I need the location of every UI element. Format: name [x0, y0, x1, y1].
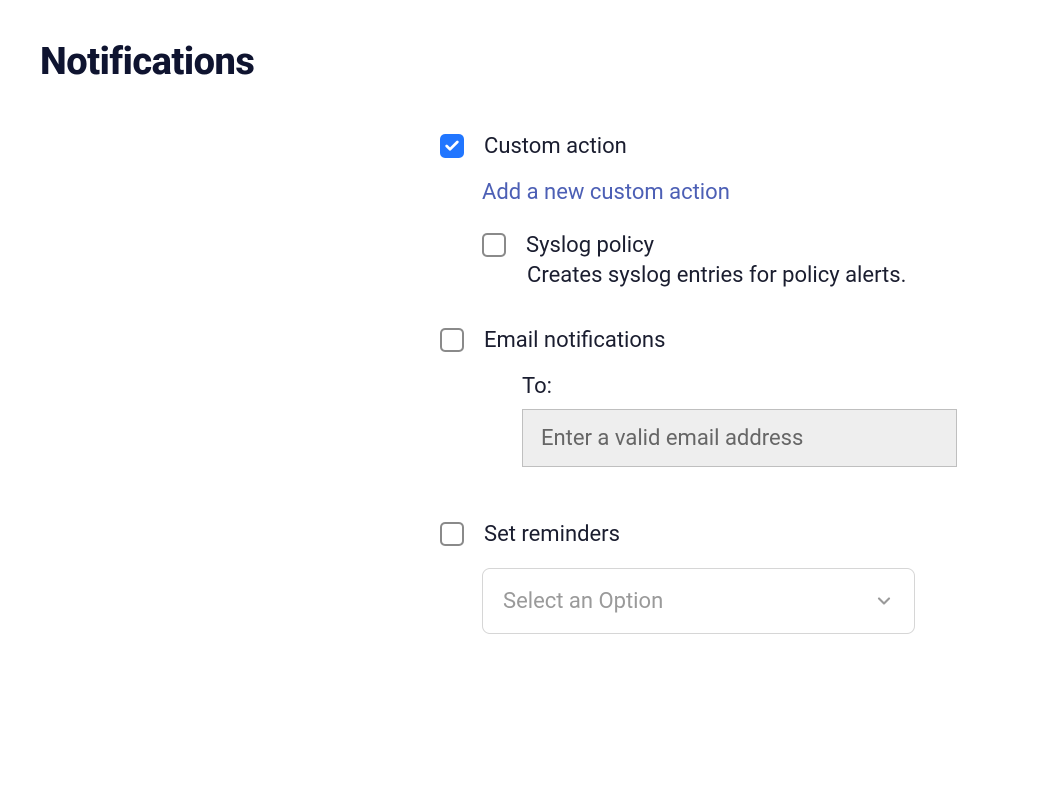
- reminders-row: Set reminders: [440, 522, 1022, 548]
- email-to-label: To:: [522, 374, 1022, 399]
- chevron-down-icon: [874, 591, 894, 611]
- reminders-select-wrapper: Select an Option: [482, 568, 915, 634]
- custom-action-row: Custom action: [440, 134, 1022, 160]
- email-checkbox[interactable]: [440, 328, 464, 352]
- check-icon: [444, 138, 460, 154]
- custom-action-label: Custom action: [484, 134, 627, 160]
- syslog-description: Creates syslog entries for policy alerts…: [527, 263, 1022, 288]
- page-title: Notifications: [40, 40, 1022, 84]
- reminders-label: Set reminders: [484, 522, 620, 548]
- custom-action-sub: Add a new custom action Syslog policy Cr…: [482, 180, 1022, 288]
- notifications-form: Custom action Add a new custom action Sy…: [440, 134, 1022, 634]
- add-custom-action-link[interactable]: Add a new custom action: [482, 180, 730, 205]
- email-input[interactable]: [522, 409, 957, 467]
- email-label: Email notifications: [484, 328, 665, 354]
- syslog-checkbox[interactable]: [482, 233, 506, 257]
- reminders-select-placeholder: Select an Option: [503, 589, 663, 614]
- reminders-checkbox[interactable]: [440, 522, 464, 546]
- syslog-row: Syslog policy: [482, 233, 1022, 259]
- syslog-label: Syslog policy: [526, 233, 654, 259]
- reminders-select[interactable]: Select an Option: [482, 568, 915, 634]
- custom-action-checkbox[interactable]: [440, 134, 464, 158]
- email-row: Email notifications: [440, 328, 1022, 354]
